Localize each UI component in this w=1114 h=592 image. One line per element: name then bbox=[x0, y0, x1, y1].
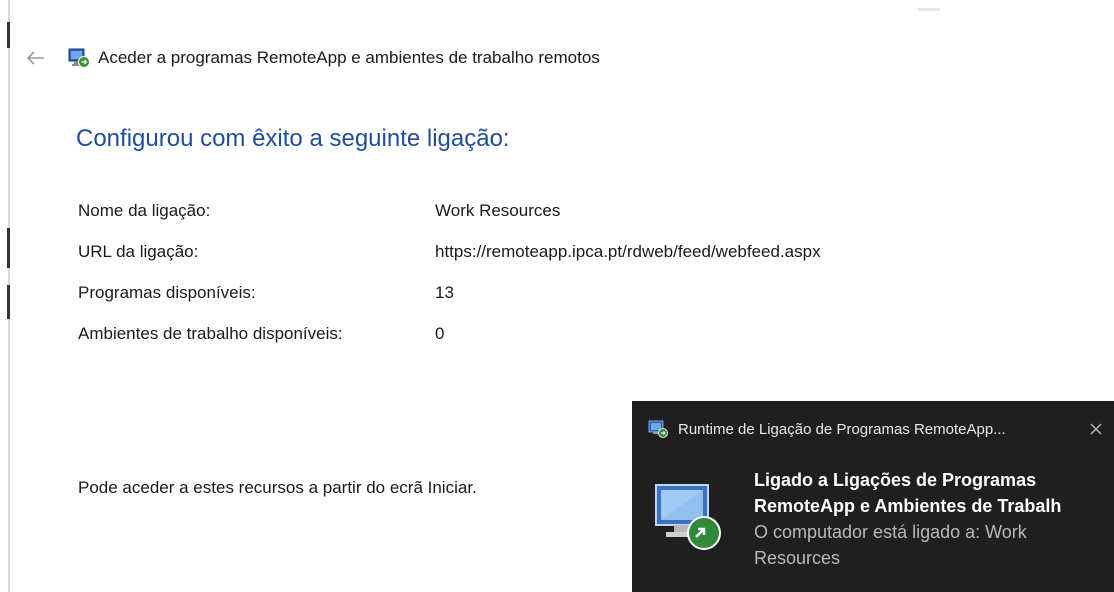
toast-message: O computador está ligado a: Work Resourc… bbox=[754, 522, 1027, 568]
toast-app-name: Runtime de Ligação de Programas RemoteAp… bbox=[678, 420, 1006, 438]
detail-value: 13 bbox=[435, 282, 454, 302]
back-button[interactable] bbox=[22, 44, 50, 72]
top-divider bbox=[918, 8, 940, 11]
remoteapp-connection-icon bbox=[68, 48, 90, 68]
detail-row-programs-available: Programas disponíveis: 13 bbox=[78, 272, 821, 313]
toast-body: Ligado a Ligações de Programas RemoteApp… bbox=[754, 467, 1106, 571]
detail-value: 0 bbox=[435, 323, 445, 343]
detail-value: Work Resources bbox=[435, 200, 561, 220]
detail-label: Nome da ligação: bbox=[78, 200, 211, 220]
left-edge-mark bbox=[7, 285, 10, 319]
back-arrow-icon bbox=[27, 51, 44, 65]
toast-title-line: RemoteApp e Ambientes de Trabalh bbox=[754, 496, 1062, 516]
toast-close-button[interactable] bbox=[1084, 417, 1108, 441]
close-icon bbox=[1090, 423, 1102, 435]
page-heading: Configurou com êxito a seguinte ligação: bbox=[76, 125, 510, 152]
notification-toast[interactable]: Runtime de Ligação de Programas RemoteAp… bbox=[632, 401, 1114, 592]
left-edge-mark bbox=[7, 22, 10, 48]
detail-row-desktops-available: Ambientes de trabalho disponíveis: 0 bbox=[78, 313, 821, 354]
toast-header: Runtime de Ligação de Programas RemoteAp… bbox=[648, 419, 1098, 439]
detail-value: https://remoteapp.ipca.pt/rdweb/feed/web… bbox=[435, 241, 821, 261]
remoteapp-app-icon bbox=[648, 420, 668, 438]
window-header: Aceder a programas RemoteApp e ambientes… bbox=[22, 44, 600, 72]
footer-note: Pode aceder a estes recursos a partir do… bbox=[78, 478, 477, 497]
detail-row-connection-url: URL da ligação: https://remoteapp.ipca.p… bbox=[78, 231, 821, 272]
toast-title-line: Ligado a Ligações de Programas bbox=[754, 470, 1037, 490]
detail-label: URL da ligação: bbox=[78, 241, 199, 261]
window-title: Aceder a programas RemoteApp e ambientes… bbox=[98, 48, 600, 67]
detail-label: Programas disponíveis: bbox=[78, 282, 256, 302]
connection-details: Nome da ligação: Work Resources URL da l… bbox=[78, 190, 821, 354]
detail-row-connection-name: Nome da ligação: Work Resources bbox=[78, 190, 821, 231]
detail-label: Ambientes de trabalho disponíveis: bbox=[78, 323, 343, 343]
remoteapp-large-icon bbox=[655, 484, 721, 550]
left-edge-mark bbox=[7, 228, 10, 268]
